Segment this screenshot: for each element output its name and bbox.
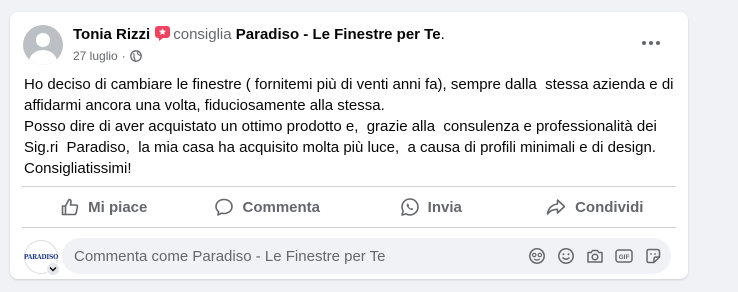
like-label: Mi piace [88,198,148,216]
more-options-button[interactable] [636,30,666,54]
paradiso-logo: PARADISO [23,253,59,261]
comment-input[interactable] [74,238,514,274]
actions-bottom-divider [22,227,676,228]
comment-composer: GIF [62,238,671,274]
post-card: Tonia Rizzi consiglia Paradiso - Le Fines… [10,12,688,279]
recommendation-star-icon [154,25,171,48]
header-period: . [440,26,445,43]
commenter-avatar[interactable]: PARADISO [23,240,60,276]
like-button[interactable]: Mi piace [22,191,186,223]
svg-text:GIF: GIF [619,254,630,261]
gif-icon[interactable]: GIF [612,244,636,268]
globe-icon[interactable] [129,50,142,66]
actions-top-divider [22,186,676,187]
comment-bubble-icon [215,198,234,216]
post-header: Tonia Rizzi consiglia Paradiso - Le Fines… [73,25,445,48]
author-name[interactable]: Tonia Rizzi [73,26,150,43]
more-dots-icon [641,33,661,51]
share-label: Condividi [575,198,644,216]
chevron-down-icon[interactable] [46,262,60,276]
whatsapp-icon [400,198,419,216]
send-label: Invia [427,198,462,216]
camera-icon[interactable] [583,244,607,268]
comment-label: Commenta [242,198,320,216]
recommend-verb: consiglia [173,26,232,43]
share-arrow-icon [546,199,566,215]
post-meta: 27 luglio · [73,48,142,66]
comment-tools: GIF [520,238,665,274]
meta-separator: · [121,49,126,63]
author-avatar[interactable] [23,25,63,65]
share-button[interactable]: Condividi [513,191,677,223]
sticker-icon[interactable] [641,244,665,268]
like-thumb-icon [61,198,79,216]
post-date[interactable]: 27 luglio [73,49,118,63]
post-body-text: Ho deciso di cambiare le finestre ( forn… [24,76,674,177]
post-actions-bar: Mi piace Commenta Invia Condividi [22,191,676,223]
send-button[interactable]: Invia [349,191,513,223]
comment-button[interactable]: Commenta [186,191,350,223]
emoji-icon[interactable] [554,244,578,268]
page-name-link[interactable]: Paradiso - Le Finestre per Te [236,26,441,43]
avatar-sticker-icon[interactable] [525,244,549,268]
